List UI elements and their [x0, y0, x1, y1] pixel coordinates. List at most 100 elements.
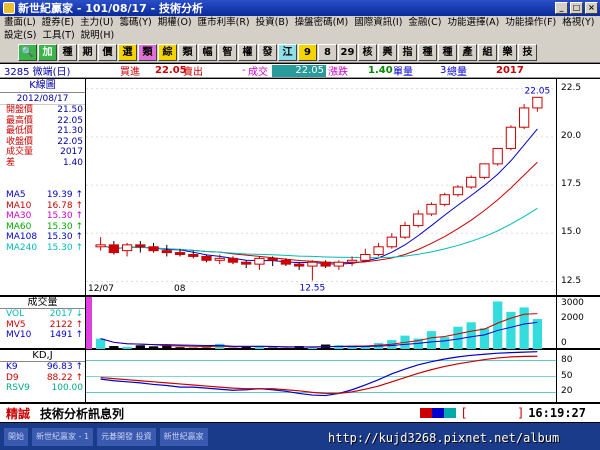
candle-body [121, 244, 133, 252]
candlestick-chart[interactable]: 22.05 12.55 12/07 08 [86, 79, 556, 295]
row-label: 差 [6, 157, 16, 168]
taskbar-item-1[interactable]: 新世紀贏家 - 1 [32, 427, 94, 446]
menu-item-12[interactable]: 格視(Y) [560, 16, 598, 29]
kd-data-panel: KD,J K9 96.83 ↑ D9 88.22 ↑ RSV9 100.00 [0, 349, 86, 402]
total-label: 總量 [447, 67, 467, 78]
menu-item-13[interactable]: 設定(S) [2, 29, 40, 42]
volume-chart-svg[interactable] [86, 297, 556, 349]
y-tick-label: 80 [561, 354, 573, 365]
candle-body [227, 257, 239, 263]
toolbar-button-16[interactable]: 核 [358, 44, 377, 61]
unit-label: 單量 [393, 67, 413, 78]
change-label: 漲跌 [328, 67, 348, 78]
candlestick-chart-svg[interactable]: 22.05 12.55 12/07 08 [86, 79, 556, 295]
toolbar-button-17[interactable]: 興 [378, 44, 397, 61]
toolbar-button-1[interactable]: 種 [58, 44, 77, 61]
status-bracket-close: ] [518, 406, 523, 420]
toolbar-button-12[interactable]: 江 [278, 44, 297, 61]
toolbar-button-19[interactable]: 種 [418, 44, 437, 61]
candle-body [386, 236, 397, 248]
toolbar-button-5[interactable]: 類 [138, 44, 157, 61]
status-bracket-open: [ [462, 406, 467, 420]
data-row: 收盤價 22.05 [0, 137, 85, 148]
toolbar-button-8[interactable]: 幅 [198, 44, 217, 61]
candle-body [108, 244, 119, 254]
row-value: 21.50 [57, 105, 83, 115]
menu-item-0[interactable]: 畫面(L) [2, 16, 40, 29]
panel-date: 2012/08/17 [0, 93, 85, 105]
row-label: VOL [6, 309, 25, 319]
volume-bar [426, 331, 437, 349]
row-value: 19.39 ↑ [46, 190, 83, 200]
menu-item-5[interactable]: 匯市利率(R) [196, 16, 254, 29]
stock-code: 3285 微端(日) [4, 67, 71, 78]
toolbar-button-4[interactable]: 選 [118, 44, 137, 61]
row-label: 成交量 [6, 147, 34, 157]
toolbar-button-2[interactable]: 期 [78, 44, 97, 61]
clock: 16:19:27 [528, 406, 586, 420]
row-label: 收盤價 [6, 136, 34, 147]
candle-body [346, 259, 358, 263]
menu-bar: 畫面(L) 證券(E) 主力(U) 籌碼(Y) 期權(O) 匯市利率(R) 投資(B) 操盤密… [0, 16, 600, 43]
candle-body [307, 261, 318, 267]
menu-item-11[interactable]: 功能操作(F) [503, 16, 560, 29]
row-value: 2017 [60, 147, 83, 157]
ma5-line [100, 128, 538, 265]
menu-item-8[interactable]: 國際資訊(I) [352, 16, 406, 29]
y-tick-label: 20.0 [561, 130, 582, 141]
volume-bar [493, 301, 503, 349]
menu-item-15[interactable]: 說明(H) [79, 29, 119, 42]
row-value: 1491 ↑ [49, 330, 83, 340]
k9-line [100, 351, 538, 397]
toolbar-button-20[interactable]: 種 [438, 44, 457, 61]
status-bar: 精誠 技術分析訊息列 [ ] 16:19:27 [0, 403, 600, 422]
toolbar-button-10[interactable]: 權 [238, 44, 257, 61]
volume-bar [532, 319, 543, 349]
toolbar-button-15[interactable]: 29 [338, 44, 357, 61]
taskbar-item-0[interactable]: 開始 [4, 427, 28, 446]
maximize-icon[interactable]: □ [570, 2, 583, 14]
menu-item-2[interactable]: 主力(U) [78, 16, 117, 29]
menu-item-10[interactable]: 功能選擇(A) [445, 16, 503, 29]
blue-indicator-icon [432, 408, 444, 418]
toolbar-button-24[interactable]: 技 [518, 44, 537, 61]
minimize-icon[interactable]: _ [555, 2, 568, 14]
toolbar-button-7[interactable]: 類 [178, 44, 197, 61]
menu-item-6[interactable]: 投資(B) [254, 16, 293, 29]
volume-bar [95, 338, 106, 349]
toolbar-button-11[interactable]: 發 [258, 44, 277, 61]
watermark-url: http://kujd3268.pixnet.net/album [328, 431, 560, 445]
candle-body [294, 263, 305, 267]
toolbar-button-22[interactable]: 組 [478, 44, 497, 61]
taskbar-item-3[interactable]: 新世紀贏家 [159, 427, 208, 446]
toolbar-button-0[interactable]: 加 [38, 44, 57, 61]
close-icon[interactable]: × [585, 2, 598, 14]
row-value: 2017 ↓ [49, 309, 83, 319]
toolbar-button-6[interactable]: 綜 [158, 44, 177, 61]
toolbar-button-13[interactable]: 9 [298, 44, 317, 61]
toolbar-button-14[interactable]: 8 [318, 44, 337, 61]
volume-chart[interactable] [86, 296, 556, 349]
taskbar-item-2[interactable]: 元碁開發 投資 [97, 427, 156, 446]
menu-item-1[interactable]: 證券(E) [40, 16, 78, 29]
toolbar-button-18[interactable]: 指 [398, 44, 417, 61]
menu-item-7[interactable]: 操盤密碼(M) [293, 16, 353, 29]
row-label: K9 [6, 362, 18, 372]
search-icon[interactable]: 🔍 [18, 44, 37, 61]
kd-chart-svg[interactable] [86, 350, 556, 403]
candle-body [95, 244, 106, 248]
candle-body [254, 257, 265, 265]
kd-chart[interactable] [86, 349, 556, 402]
menu-item-4[interactable]: 期權(O) [156, 16, 196, 29]
menu-item-9[interactable]: 金融(C) [406, 16, 445, 29]
toolbar-button-9[interactable]: 智 [218, 44, 237, 61]
status-message: 技術分析訊息列 [40, 406, 125, 421]
menu-item-14[interactable]: 工具(T) [40, 29, 78, 42]
toolbar-button-23[interactable]: 樂 [498, 44, 517, 61]
toolbar-button-21[interactable]: 產 [458, 44, 477, 61]
window-title: 新世紀贏家 - 101/08/17 - 技術分析 [18, 2, 204, 15]
toolbar-button-3[interactable]: 價 [98, 44, 117, 61]
trade-value: 22.05 [272, 64, 326, 77]
row-value: 1.40 [62, 157, 83, 168]
menu-item-3[interactable]: 籌碼(Y) [118, 16, 156, 29]
